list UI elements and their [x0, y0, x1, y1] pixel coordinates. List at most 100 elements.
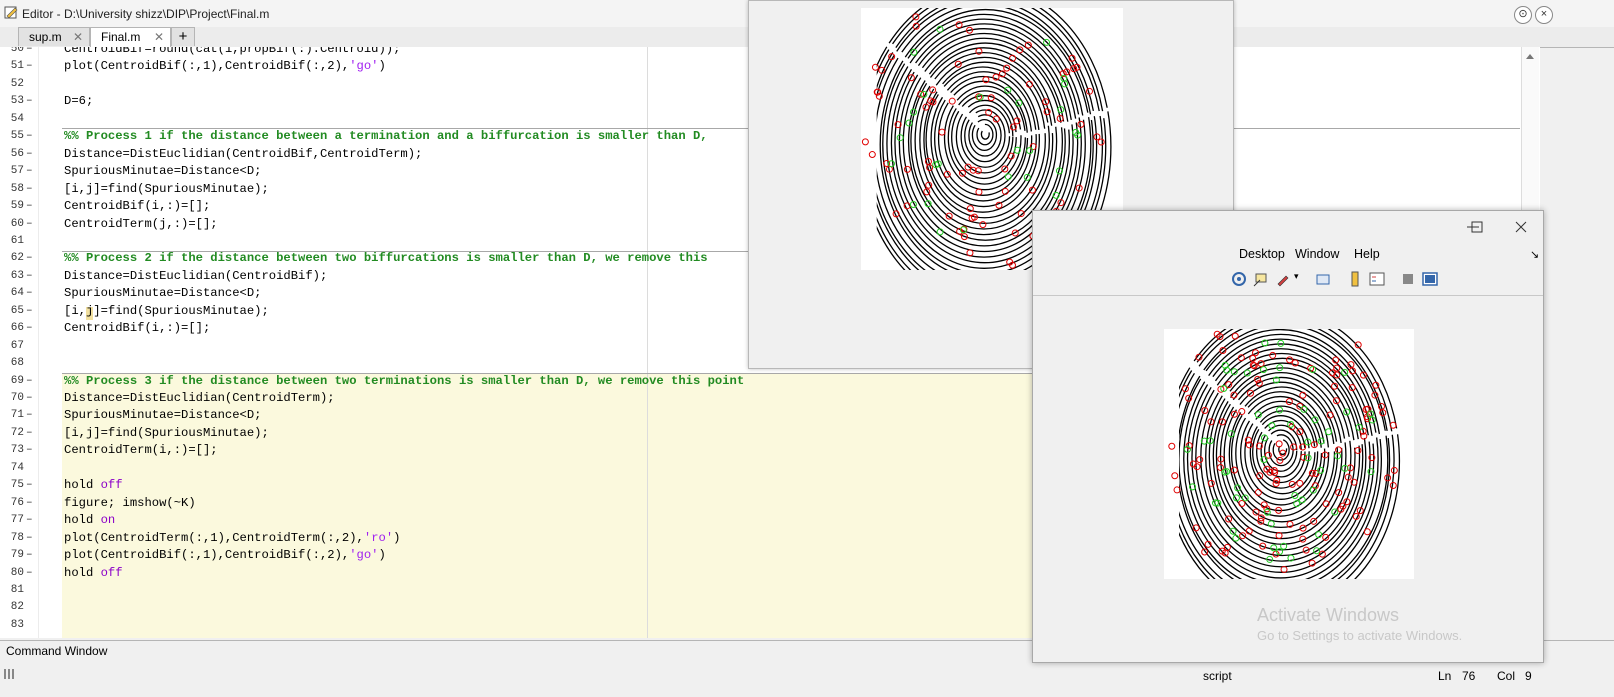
breakpoint-marker[interactable]: – — [26, 532, 33, 544]
code-line[interactable]: Distance=DistEuclidian(CentroidBif,Centr… — [64, 147, 422, 161]
breakpoint-marker[interactable]: – — [26, 252, 33, 264]
line-number: 57 — [10, 165, 24, 178]
code-line[interactable]: Distance=DistEuclidian(CentroidBif); — [64, 269, 327, 283]
maximize-icon[interactable] — [1467, 219, 1487, 235]
breakpoint-marker[interactable]: – — [26, 60, 33, 72]
breakpoint-marker[interactable]: – — [26, 218, 33, 230]
command-window-label: Command Window — [6, 644, 108, 658]
menu-window[interactable]: Window — [1295, 247, 1339, 261]
breakpoint-marker[interactable]: – — [26, 305, 33, 317]
colorbar-icon[interactable] — [1347, 271, 1363, 287]
breakpoint-marker[interactable]: – — [26, 409, 33, 421]
line-number: 51 — [10, 60, 24, 73]
breakpoint-marker[interactable]: – — [26, 427, 33, 439]
status-col-value: 9 — [1525, 669, 1532, 683]
status-bar: script Ln 76 Col 9 — [0, 661, 1614, 697]
code-line[interactable]: plot(CentroidBif(:,1),CentroidBif(:,2),'… — [64, 548, 386, 562]
code-line[interactable]: SpuriousMinutae=Distance<D; — [64, 286, 261, 300]
breakpoint-marker[interactable]: – — [26, 130, 33, 142]
code-line[interactable]: hold off — [64, 566, 123, 580]
data-cursor-icon[interactable] — [1253, 271, 1269, 287]
show-plot-tools-icon[interactable] — [1422, 271, 1438, 287]
breakpoint-marker[interactable]: – — [26, 47, 33, 55]
hide-plot-tools-icon[interactable] — [1400, 271, 1416, 287]
tab-final-m[interactable]: Final.m ✕ — [90, 27, 171, 48]
breakpoint-marker[interactable]: – — [26, 270, 33, 282]
status-col-label: Col — [1497, 669, 1516, 683]
code-line[interactable]: SpuriousMinutae=Distance<D; — [64, 164, 261, 178]
code-line[interactable]: CentroidTerm(i,:)=[]; — [64, 443, 218, 457]
close-tab-icon[interactable]: ✕ — [154, 28, 164, 47]
line-number: 80 — [10, 566, 24, 579]
code-comment-line[interactable]: %% Process 2 if the distance between two… — [64, 251, 708, 265]
bifurcation-marker — [1004, 173, 1012, 181]
code-line[interactable]: [i,j]=find(SpuriousMinutae); — [64, 426, 269, 440]
code-line[interactable]: SpuriousMinutae=Distance<D; — [64, 408, 261, 422]
breakpoint-marker[interactable]: – — [26, 322, 33, 334]
rotate-icon[interactable] — [1231, 271, 1247, 287]
bifurcation-marker — [1276, 406, 1284, 414]
line-number: 54 — [10, 112, 24, 125]
line-number: 55 — [10, 130, 24, 143]
line-number: 58 — [10, 182, 24, 195]
menu-help[interactable]: Help — [1354, 247, 1380, 261]
close-editor-icon[interactable]: × — [1535, 6, 1553, 24]
close-window-icon[interactable] — [1511, 219, 1531, 235]
termination-marker — [948, 97, 956, 105]
code-comment-line[interactable]: %% Process 3 if the distance between two… — [64, 374, 744, 388]
termination-marker — [903, 165, 911, 173]
code-line[interactable]: D=6; — [64, 94, 93, 108]
close-tab-icon[interactable]: ✕ — [73, 28, 83, 47]
breakpoint-marker[interactable]: – — [26, 497, 33, 509]
menu-desktop[interactable]: Desktop — [1239, 247, 1285, 261]
code-line[interactable]: hold off — [64, 478, 123, 492]
code-line[interactable]: CentroidBif(i,:)=[]; — [64, 199, 210, 213]
line-number: 73 — [10, 444, 24, 457]
breakpoint-marker[interactable]: – — [26, 479, 33, 491]
tab-sup-m[interactable]: sup.m ✕ — [18, 27, 90, 46]
status-mode: script — [1203, 669, 1232, 683]
new-tab-button[interactable]: + — [171, 27, 195, 46]
activate-windows-title: Activate Windows — [1257, 605, 1400, 625]
termination-marker — [1363, 528, 1371, 536]
line-number: 74 — [10, 461, 24, 474]
breakpoint-marker[interactable]: – — [26, 444, 33, 456]
code-line[interactable]: Distance=DistEuclidian(CentroidTerm); — [64, 391, 335, 405]
brush-icon[interactable] — [1275, 271, 1291, 287]
breakpoint-marker[interactable]: – — [26, 514, 33, 526]
line-number: 65 — [10, 304, 24, 317]
breakpoint-marker[interactable]: – — [26, 148, 33, 160]
code-line[interactable]: CentroidBif(i,:)=[]; — [64, 321, 210, 335]
legend-icon[interactable] — [1369, 271, 1385, 287]
line-number: 64 — [10, 287, 24, 300]
code-line[interactable]: CentroidTerm(j,:)=[]; — [64, 217, 218, 231]
code-line[interactable]: CentroidBif=round(cat(1,propBif(:).Centr… — [64, 47, 400, 56]
code-line[interactable]: [i,j]=find(SpuriousMinutae); — [64, 182, 269, 196]
code-line[interactable]: plot(CentroidBif(:,1),CentroidBif(:,2),'… — [64, 59, 386, 73]
code-line[interactable]: [i,j]=find(SpuriousMinutae); — [64, 304, 269, 318]
termination-marker — [1185, 442, 1193, 450]
termination-marker — [1354, 446, 1362, 454]
breakpoint-marker[interactable]: – — [26, 95, 33, 107]
scroll-up-icon[interactable] — [1522, 47, 1539, 75]
figure-window-2[interactable]: Desktop Window Help ↘ ▾ — [1032, 210, 1544, 663]
toolbar-divider — [1033, 295, 1543, 296]
code-line[interactable]: figure; imshow(~K) — [64, 496, 196, 510]
breakpoint-marker[interactable]: – — [26, 287, 33, 299]
termination-marker — [868, 151, 876, 159]
code-line[interactable]: plot(CentroidTerm(:,1),CentroidTerm(:,2)… — [64, 531, 400, 545]
termination-marker — [871, 63, 879, 71]
breakpoint-marker[interactable]: – — [26, 549, 33, 561]
breakpoint-marker[interactable]: – — [26, 183, 33, 195]
breakpoint-marker[interactable]: – — [26, 392, 33, 404]
link-plot-icon[interactable] — [1315, 271, 1331, 287]
code-line[interactable]: hold on — [64, 513, 115, 527]
menu-dock-arrow-icon[interactable]: ↘ — [1530, 248, 1539, 261]
breakpoint-marker[interactable]: – — [26, 375, 33, 387]
brush-dropdown-icon[interactable]: ▾ — [1294, 271, 1299, 282]
breakpoint-marker[interactable]: – — [26, 567, 33, 579]
undock-icon[interactable]: ⊙ — [1514, 6, 1532, 24]
breakpoint-marker[interactable]: – — [26, 165, 33, 177]
code-comment-line[interactable]: %% Process 1 if the distance between a t… — [64, 129, 708, 143]
breakpoint-marker[interactable]: – — [26, 200, 33, 212]
